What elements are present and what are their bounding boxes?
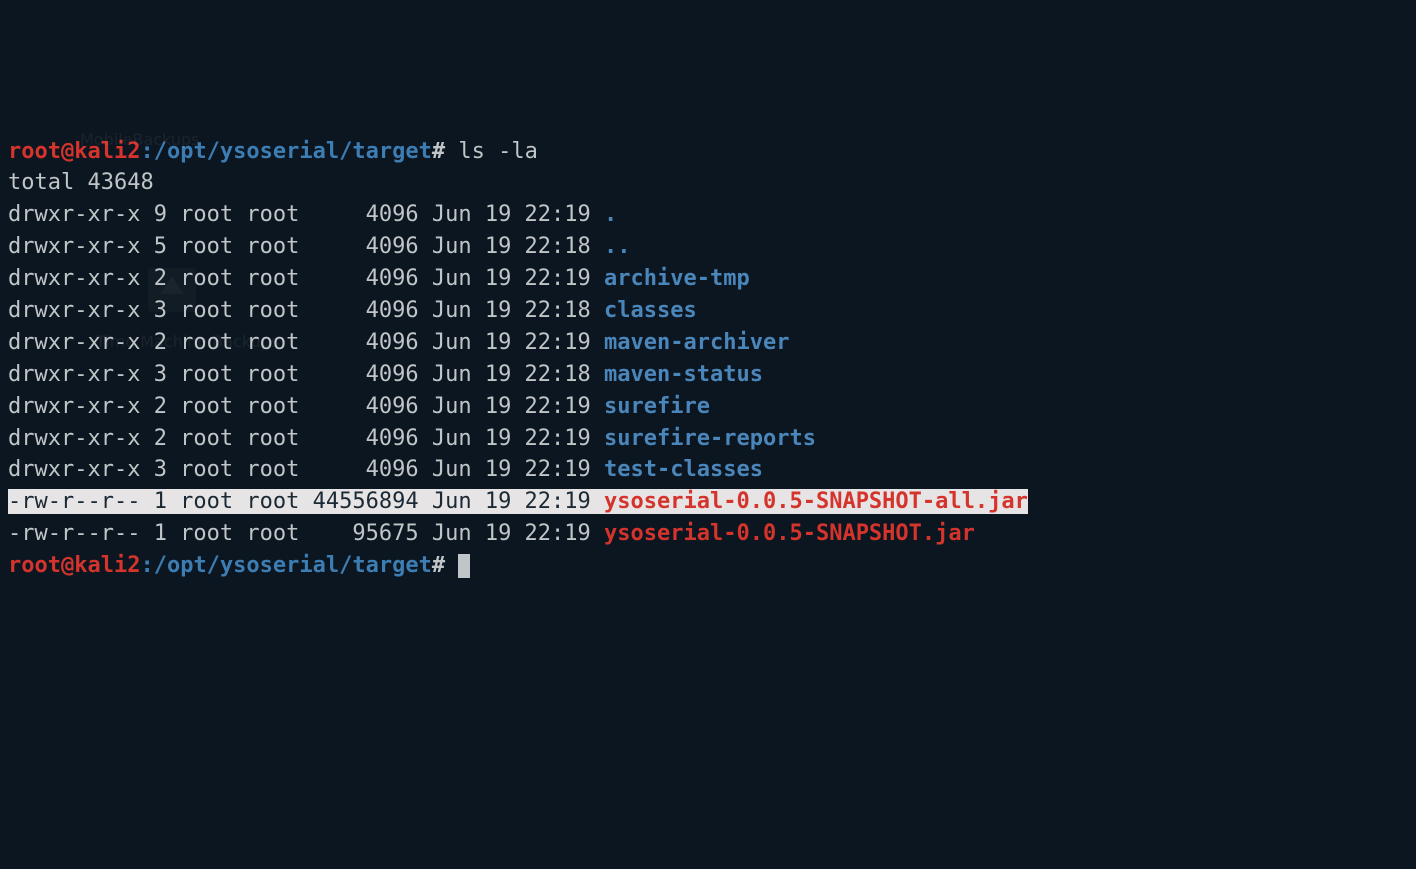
prompt-line-1: root@kali2:/opt/ysoserial/target# ls -la: [8, 136, 1408, 168]
ls-row: drwxr-xr-x 3 root root 4096 Jun 19 22:18…: [8, 295, 1408, 327]
ls-row: drwxr-xr-x 3 root root 4096 Jun 19 22:19…: [8, 454, 1408, 486]
dir-name: classes: [604, 298, 697, 323]
dir-name: surefire: [604, 394, 710, 419]
cursor-block: [458, 554, 470, 578]
prompt-sep: :: [140, 553, 153, 578]
prompt-hash: #: [432, 553, 445, 578]
jar-name: ysoserial-0.0.5-SNAPSHOT.jar: [604, 521, 975, 546]
ls-row: -rw-r--r-- 1 root root 95675 Jun 19 22:1…: [8, 518, 1408, 550]
dir-name: maven-archiver: [604, 330, 789, 355]
dir-name: archive-tmp: [604, 266, 750, 291]
ls-row-highlighted: -rw-r--r-- 1 root root 44556894 Jun 19 2…: [8, 486, 1408, 518]
prompt-hash: #: [432, 139, 445, 164]
ls-row: drwxr-xr-x 2 root root 4096 Jun 19 22:19…: [8, 423, 1408, 455]
dir-name: ..: [604, 234, 631, 259]
ls-row: drwxr-xr-x 9 root root 4096 Jun 19 22:19…: [8, 199, 1408, 231]
ls-row: drwxr-xr-x 5 root root 4096 Jun 19 22:18…: [8, 231, 1408, 263]
prompt-sep: :: [140, 139, 153, 164]
prompt-user: root@kali2: [8, 553, 140, 578]
jar-name-highlighted: ysoserial-0.0.5-SNAPSHOT-all.jar: [604, 489, 1028, 514]
prompt-line-2[interactable]: root@kali2:/opt/ysoserial/target#: [8, 550, 1408, 582]
command-text: ls -la: [445, 139, 538, 164]
ls-row: drwxr-xr-x 3 root root 4096 Jun 19 22:18…: [8, 359, 1408, 391]
dir-name: test-classes: [604, 457, 763, 482]
ls-row: drwxr-xr-x 2 root root 4096 Jun 19 22:19…: [8, 263, 1408, 295]
terminal-output[interactable]: root@kali2:/opt/ysoserial/target# ls -la…: [8, 136, 1408, 582]
total-line: total 43648: [8, 167, 1408, 199]
ls-row: drwxr-xr-x 2 root root 4096 Jun 19 22:19…: [8, 327, 1408, 359]
dir-name: .: [604, 202, 617, 227]
dir-name: surefire-reports: [604, 426, 816, 451]
prompt-path: /opt/ysoserial/target: [154, 139, 432, 164]
ls-row: drwxr-xr-x 2 root root 4096 Jun 19 22:19…: [8, 391, 1408, 423]
prompt-user: root@kali2: [8, 139, 140, 164]
prompt-path: /opt/ysoserial/target: [154, 553, 432, 578]
dir-name: maven-status: [604, 362, 763, 387]
